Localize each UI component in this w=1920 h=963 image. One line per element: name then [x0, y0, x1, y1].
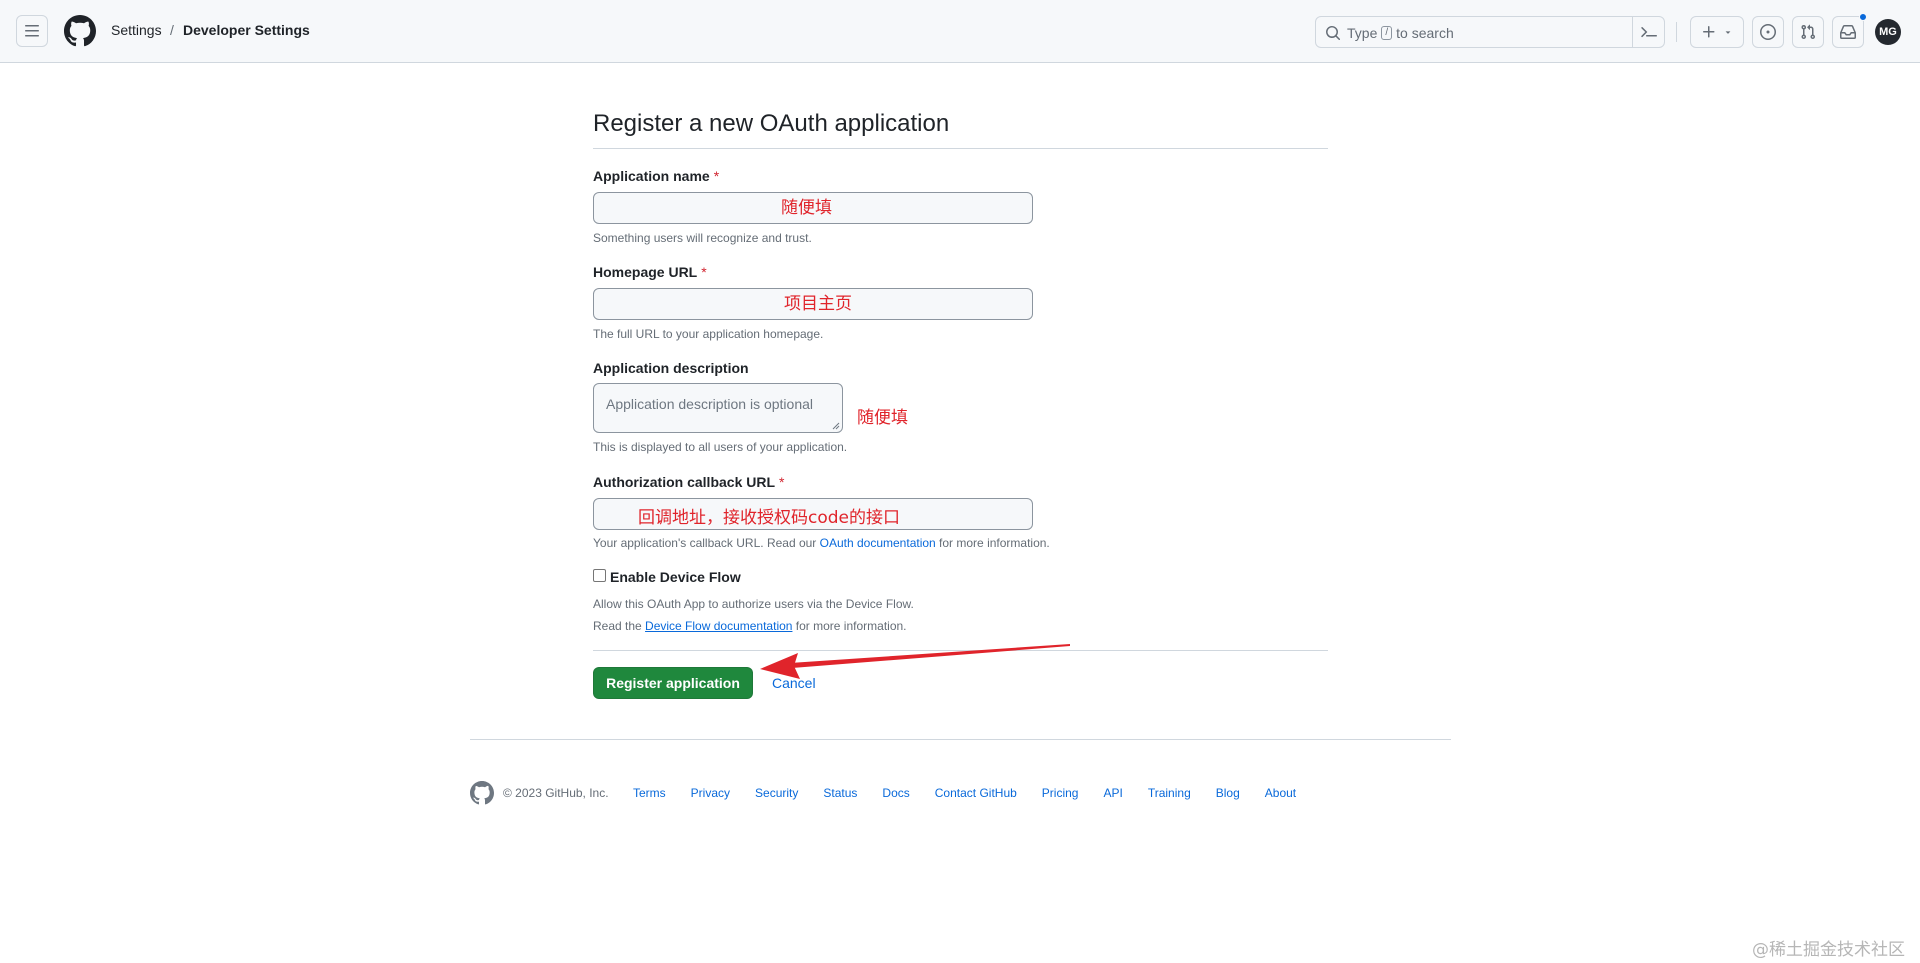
issue-icon	[1760, 24, 1776, 40]
footer-link-api[interactable]: API	[1103, 786, 1122, 800]
issues-button[interactable]	[1752, 16, 1784, 48]
pull-request-icon	[1801, 24, 1816, 40]
create-new-button[interactable]	[1690, 16, 1744, 48]
footer-link-about[interactable]: About	[1265, 786, 1296, 800]
inbox-button[interactable]	[1832, 13, 1867, 48]
footer-link-training[interactable]: Training	[1148, 786, 1191, 800]
device-flow-docs-suffix: for more information.	[792, 619, 907, 633]
description-label: Application description	[593, 360, 749, 376]
callback-note-prefix: Your application's callback URL. Read ou…	[593, 536, 820, 550]
watermark: @稀土掘金技术社区	[1752, 940, 1905, 960]
app-name-label-text: Application name	[593, 168, 710, 184]
homepage-label-text: Homepage URL	[593, 264, 698, 280]
inbox-icon	[1840, 25, 1856, 39]
required-mark: *	[701, 264, 707, 280]
command-palette-icon	[1640, 27, 1657, 38]
search-icon	[1326, 26, 1341, 41]
callback-note: Your application's callback URL. Read ou…	[593, 536, 1050, 550]
footer-link-pricing[interactable]: Pricing	[1042, 786, 1079, 800]
breadcrumb-developer-settings[interactable]: Developer Settings	[183, 22, 310, 38]
footer-link-contact[interactable]: Contact GitHub	[935, 786, 1017, 800]
search-placeholder-suffix: to search	[1396, 25, 1454, 41]
github-footer-logo[interactable]	[470, 781, 494, 805]
app-name-label: Application name *	[593, 168, 719, 184]
search-input[interactable]: Type / to search	[1315, 16, 1665, 48]
pull-requests-button[interactable]	[1792, 16, 1824, 48]
breadcrumb-settings[interactable]: Settings	[111, 22, 162, 38]
required-mark: *	[713, 168, 720, 184]
footer-link-docs[interactable]: Docs	[882, 786, 909, 800]
chevron-down-icon	[1725, 31, 1731, 34]
footer-link-terms[interactable]: Terms	[633, 786, 666, 800]
callback-note-suffix: for more information.	[935, 536, 1050, 550]
homepage-label: Homepage URL *	[593, 264, 707, 280]
search-placeholder-prefix: Type	[1347, 25, 1378, 41]
footer-link-blog[interactable]: Blog	[1216, 786, 1240, 800]
device-flow-docs-link[interactable]: Device Flow documentation	[645, 619, 792, 633]
annotation-arrow-icon	[760, 644, 1070, 679]
oauth-docs-link[interactable]: OAuth documentation	[820, 536, 936, 550]
title-divider	[593, 148, 1328, 149]
description-placeholder: Application description is optional	[606, 396, 814, 412]
footer-link-privacy[interactable]: Privacy	[691, 786, 730, 800]
command-palette-button[interactable]	[1632, 17, 1664, 47]
callback-label: Authorization callback URL *	[593, 474, 784, 490]
description-textarea[interactable]: Application description is optional	[593, 383, 843, 433]
search-placeholder: Type / to search	[1347, 25, 1454, 41]
page-title: Register a new OAuth application	[593, 110, 950, 137]
footer-copyright: © 2023 GitHub, Inc.	[503, 786, 609, 800]
device-flow-docs-prefix: Read the	[593, 619, 646, 633]
avatar[interactable]: MG	[1875, 19, 1901, 45]
hamburger-icon	[25, 25, 39, 37]
homepage-note: The full URL to your application homepag…	[593, 327, 824, 341]
footer-divider	[470, 739, 1451, 740]
resize-handle-icon[interactable]	[832, 422, 840, 430]
header-divider	[1676, 22, 1677, 42]
enable-device-flow-checkbox[interactable]	[593, 569, 606, 582]
notification-dot	[1859, 13, 1867, 21]
hamburger-menu-button[interactable]	[16, 15, 48, 47]
annotation-description: 随便填	[857, 408, 908, 428]
footer-link-status[interactable]: Status	[823, 786, 857, 800]
device-flow-label[interactable]: Enable Device Flow	[610, 569, 741, 585]
callback-label-text: Authorization callback URL	[593, 474, 776, 490]
device-flow-note: Allow this OAuth App to authorize users …	[593, 597, 914, 611]
description-note: This is displayed to all users of your a…	[593, 440, 848, 454]
annotation-homepage: 项目主页	[784, 294, 852, 314]
device-flow-docs-note: Read the Device Flow documentation for m…	[593, 619, 907, 633]
annotation-app-name: 随便填	[781, 198, 832, 218]
github-logo[interactable]	[64, 15, 96, 47]
required-mark: *	[779, 474, 785, 490]
breadcrumb-separator: /	[170, 22, 174, 38]
top-header: Settings / Developer Settings Type / to …	[0, 0, 1920, 63]
register-application-button[interactable]: Register application	[593, 667, 753, 699]
app-name-note: Something users will recognize and trust…	[593, 231, 812, 245]
annotation-callback: 回调地址，接收授权码code的接口	[638, 508, 900, 528]
footer-link-security[interactable]: Security	[755, 786, 798, 800]
plus-icon	[1703, 26, 1715, 38]
footer-links: Terms Privacy Security Status Docs Conta…	[633, 786, 1321, 800]
search-shortcut-key: /	[1381, 26, 1393, 40]
